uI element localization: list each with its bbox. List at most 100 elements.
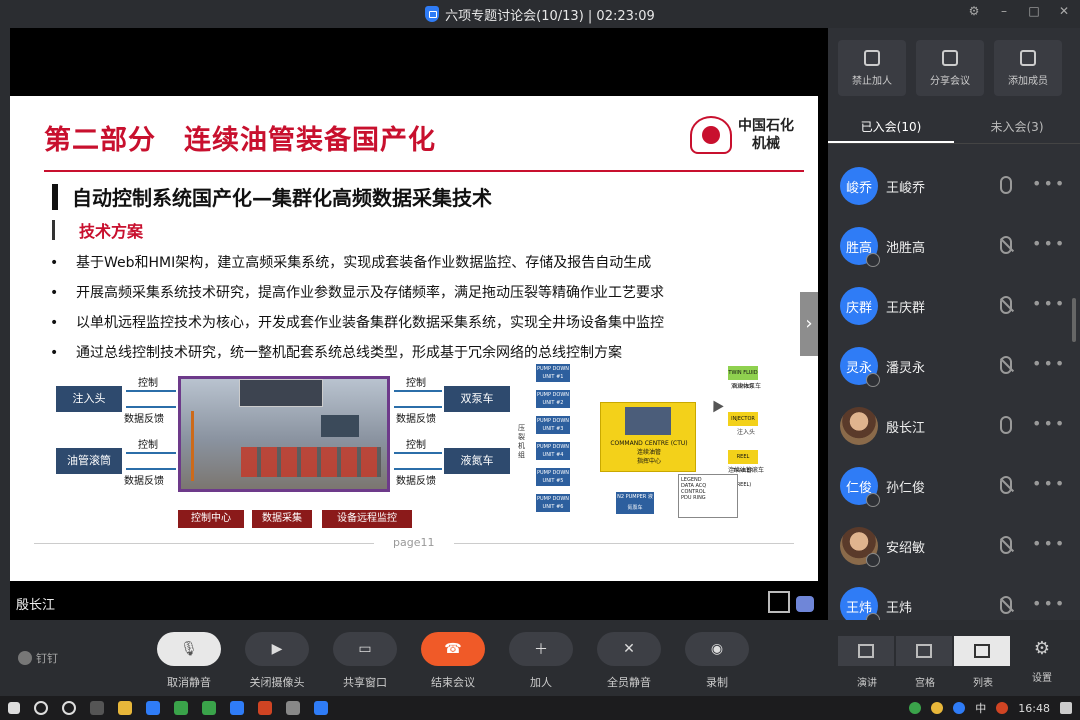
unmute-control[interactable]: 🎙 取消静音 bbox=[157, 632, 221, 690]
slide-footer: page11 bbox=[10, 536, 818, 550]
tray-icon[interactable] bbox=[931, 702, 944, 714]
wellsite-illustration bbox=[178, 376, 390, 492]
view-list-button[interactable] bbox=[954, 636, 1010, 666]
clock[interactable]: 16:48 bbox=[1018, 702, 1050, 715]
add-member-button[interactable]: 添加成员 bbox=[994, 40, 1062, 96]
more-icon[interactable]: ••• bbox=[1032, 294, 1066, 313]
member-row[interactable]: 胜高 池胜高 ••• bbox=[828, 216, 1072, 276]
dingtalk-icon[interactable] bbox=[314, 701, 328, 715]
member-row[interactable]: 安绍敏 ••• bbox=[828, 516, 1072, 576]
unmute-button[interactable]: 🎙 bbox=[157, 632, 221, 666]
panel-tools: 禁止加人 分享会议 添加成员 bbox=[828, 28, 1080, 112]
mute-all-button[interactable]: ✕ bbox=[597, 632, 661, 666]
slide: 第二部分 连续油管装备国产化 中国石化 机械 自动控制系统国产化—集群化高频数据… bbox=[10, 96, 818, 581]
file-explorer-icon[interactable] bbox=[118, 701, 132, 715]
end-meeting-button[interactable]: ☎ bbox=[421, 632, 485, 666]
more-icon[interactable]: ••• bbox=[1032, 474, 1066, 493]
mic-icon[interactable] bbox=[1000, 416, 1012, 434]
mic-muted-icon[interactable] bbox=[1000, 596, 1012, 614]
mic-muted-icon[interactable] bbox=[1000, 536, 1012, 554]
avatar: 灵永 bbox=[840, 347, 880, 387]
slide-title: 第二部分 连续油管装备国产化 bbox=[44, 125, 436, 156]
share-icon bbox=[942, 49, 958, 66]
member-name: 池胜高 bbox=[886, 240, 926, 256]
member-name: 王峻乔 bbox=[886, 180, 926, 196]
mic-muted-icon[interactable] bbox=[1000, 296, 1012, 314]
panel-scrollbar[interactable] bbox=[1072, 298, 1076, 342]
tray-icon[interactable] bbox=[909, 702, 922, 714]
share-control[interactable]: ▭ 共享窗口 bbox=[333, 632, 397, 690]
more-icon[interactable]: ••• bbox=[1032, 234, 1066, 253]
search-icon[interactable] bbox=[34, 701, 48, 715]
wechat-icon[interactable] bbox=[202, 701, 216, 715]
avatar-text: 灵永 bbox=[845, 360, 872, 376]
sinopec-logo: 中国石化 机械 bbox=[690, 116, 794, 154]
more-icon[interactable]: ••• bbox=[1032, 354, 1066, 373]
settings-control[interactable]: ⚙ 设置 bbox=[1028, 638, 1056, 684]
task-view-icon[interactable] bbox=[90, 701, 104, 715]
avatar-text: 胜高 bbox=[845, 240, 872, 256]
member-row[interactable]: 庆群 王庆群 ••• bbox=[828, 276, 1072, 336]
chat-icon[interactable] bbox=[796, 596, 814, 612]
add-person-button[interactable]: ＋ bbox=[509, 632, 573, 666]
logo-text-line1: 中国石化 bbox=[738, 118, 794, 134]
command-centre-diagram: 压裂机组 PUMP DOWN UNIT #1 PUMP DOWN UNIT #2… bbox=[516, 364, 776, 536]
camera-control[interactable]: ▶ 关闭摄像头 bbox=[245, 632, 309, 690]
ime-indicator[interactable]: 中 bbox=[975, 700, 986, 716]
mic-muted-icon[interactable] bbox=[1000, 476, 1012, 494]
view-speaker-button[interactable] bbox=[838, 636, 894, 666]
close-button[interactable]: ✕ bbox=[1056, 4, 1072, 18]
command-centre-label: COMMAND CENTRE (CTU) 连续油管 指挥中心 bbox=[601, 439, 697, 466]
record-control[interactable]: ◉ 录制 bbox=[685, 632, 749, 690]
more-icon[interactable]: ••• bbox=[1032, 594, 1066, 613]
avatar-text: 仁俊 bbox=[845, 480, 872, 496]
system-tray: 中 16:48 bbox=[909, 696, 1072, 720]
chevron-right-icon[interactable]: › bbox=[800, 292, 818, 356]
tray-icon[interactable] bbox=[996, 702, 1009, 714]
camera-button[interactable]: ▶ bbox=[245, 632, 309, 666]
tab-not-joined[interactable]: 未入会(3) bbox=[954, 112, 1080, 143]
taskbar-apps bbox=[0, 701, 328, 715]
powerpoint-icon[interactable] bbox=[258, 701, 272, 715]
member-row[interactable]: 殷长江 ••• bbox=[828, 396, 1072, 456]
view-label: 列表 bbox=[973, 678, 993, 689]
tab-joined[interactable]: 已入会(10) bbox=[828, 112, 954, 143]
more-icon[interactable]: ••• bbox=[1032, 534, 1066, 553]
app-icon[interactable] bbox=[146, 701, 160, 715]
tray-icon[interactable] bbox=[953, 702, 966, 714]
more-icon[interactable]: ••• bbox=[1032, 174, 1066, 193]
share-window-button[interactable]: ▭ bbox=[333, 632, 397, 666]
pin-button[interactable]: ⚙ bbox=[966, 4, 982, 18]
cortana-icon[interactable] bbox=[62, 701, 76, 715]
diagram-box: 双泵车 bbox=[444, 386, 510, 412]
subheading-text: 技术方案 bbox=[79, 222, 144, 241]
member-row[interactable]: 灵永 潘灵永 ••• bbox=[828, 336, 1072, 396]
fullscreen-icon[interactable] bbox=[768, 591, 790, 613]
arrow bbox=[394, 468, 442, 470]
member-row[interactable]: 峻乔 王峻乔 ••• bbox=[828, 156, 1072, 216]
mic-muted-icon[interactable] bbox=[1000, 356, 1012, 374]
diagram-box: 液氮车 bbox=[444, 448, 510, 474]
app-icon[interactable] bbox=[286, 701, 300, 715]
feedback-label: 数据反馈 bbox=[124, 414, 164, 425]
lock-meeting-button[interactable]: 禁止加人 bbox=[838, 40, 906, 96]
more-icon[interactable]: ••• bbox=[1032, 414, 1066, 433]
maximize-button[interactable]: □ bbox=[1026, 4, 1042, 18]
minimize-button[interactable]: – bbox=[996, 4, 1012, 18]
record-button[interactable]: ◉ bbox=[685, 632, 749, 666]
mic-icon[interactable] bbox=[1000, 176, 1012, 194]
mute-all-control[interactable]: ✕ 全员静音 bbox=[597, 632, 661, 690]
participant-tabs: 已入会(10) 未入会(3) bbox=[828, 112, 1080, 144]
notification-icon[interactable] bbox=[1060, 702, 1072, 714]
app-icon[interactable] bbox=[174, 701, 188, 715]
camera-icon: ▶ bbox=[271, 641, 283, 657]
mic-muted-icon[interactable] bbox=[1000, 236, 1012, 254]
app-icon[interactable] bbox=[230, 701, 244, 715]
share-meeting-button[interactable]: 分享会议 bbox=[916, 40, 984, 96]
member-row[interactable]: 仁俊 孙仁俊 ••• bbox=[828, 456, 1072, 516]
windows-start-icon[interactable] bbox=[8, 702, 20, 714]
os-taskbar: 中 16:48 bbox=[0, 696, 1080, 720]
view-grid-button[interactable] bbox=[896, 636, 952, 666]
end-meeting-control[interactable]: ☎ 结束会议 bbox=[421, 632, 485, 690]
add-person-control[interactable]: ＋ 加人 bbox=[509, 632, 573, 690]
